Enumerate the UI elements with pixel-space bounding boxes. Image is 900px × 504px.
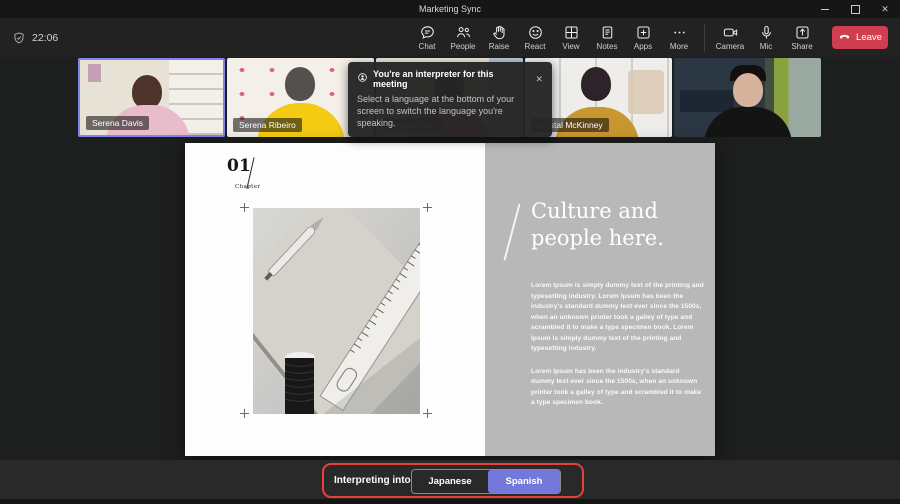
crop-mark [240, 409, 249, 418]
maximize-icon [850, 4, 860, 14]
toolbar-divider [704, 23, 705, 52]
apps-icon [635, 24, 652, 41]
meeting-timer: 22:06 [12, 31, 58, 45]
more-button[interactable]: More [661, 24, 697, 51]
window-title: Marketing Sync [418, 4, 482, 14]
more-icon [671, 24, 688, 41]
people-icon [455, 24, 472, 41]
notes-icon [599, 24, 616, 41]
avatar [132, 75, 162, 109]
minimize-icon [821, 8, 829, 10]
document-paragraph: Lorem Ipsum is simply dummy text of the … [531, 282, 704, 353]
chat-icon [419, 24, 436, 41]
language-spanish-button[interactable]: Spanish [488, 470, 560, 493]
hangup-icon [838, 30, 851, 46]
notification-title: You're an interpreter for this meeting [373, 69, 494, 89]
shared-content: 01 Chapter Culture and people here. Lore… [185, 143, 715, 456]
document-paragraph: Lorem Ipsum has been the industry's stan… [531, 367, 702, 407]
notification-body: Select a language at the bottom of your … [357, 94, 515, 129]
view-icon [563, 24, 580, 41]
mic-button[interactable]: Mic [748, 24, 784, 51]
headline-slash [503, 203, 520, 261]
meeting-toolbar: 22:06 Chat People Raise React View Notes… [0, 18, 900, 57]
close-icon: ✕ [881, 3, 889, 14]
document-page-left: 01 Chapter [185, 143, 485, 456]
titlebar: Marketing Sync ✕ [0, 0, 900, 18]
react-button[interactable]: React [517, 24, 553, 51]
react-icon [527, 24, 544, 41]
meeting-stage: Serena Davis Serena Ribeiro Jessica Klin… [0, 57, 900, 460]
notes-button[interactable]: Notes [589, 24, 625, 51]
crop-mark [423, 203, 432, 212]
window-controls: ✕ [810, 0, 900, 18]
participant-name-label: Serena Ribeiro [233, 118, 302, 132]
raise-hand-icon [491, 24, 508, 41]
participant-tile-serena-davis[interactable]: Serena Davis [78, 58, 225, 137]
participant-tile-unnamed[interactable] [674, 58, 821, 137]
view-button[interactable]: View [553, 24, 589, 51]
document-headline: Culture and people here. [531, 199, 664, 251]
camera-button[interactable]: Camera [712, 24, 748, 51]
toolbar-buttons: Chat People Raise React View Notes Apps … [409, 23, 888, 52]
maximize-button[interactable] [840, 0, 870, 18]
crop-mark [423, 409, 432, 418]
sewing-tools-photo [223, 188, 458, 448]
interpreter-bar: Interpreting into Japanese Spanish [0, 460, 900, 504]
minimize-button[interactable] [810, 0, 840, 18]
crop-mark [240, 203, 249, 212]
video-placeholder-art [88, 64, 101, 82]
timer-value: 22:06 [32, 31, 59, 44]
mic-icon [758, 24, 775, 41]
language-toggle: Japanese Spanish [411, 469, 561, 494]
share-icon [794, 24, 811, 41]
notification-close-button[interactable]: ✕ [535, 74, 543, 84]
teams-meeting-window: Marketing Sync ✕ 22:06 Chat People Raise… [0, 0, 900, 504]
participant-name-label: Serena Davis [86, 116, 150, 130]
people-button[interactable]: People [445, 24, 481, 51]
language-japanese-button[interactable]: Japanese [412, 470, 488, 493]
avatar [285, 67, 315, 101]
avatar [581, 67, 611, 101]
interpreter-notification: You're an interpreter for this meeting ✕… [348, 62, 552, 138]
chat-button[interactable]: Chat [409, 24, 445, 51]
video-placeholder-art [680, 90, 734, 112]
interpreter-icon [357, 70, 368, 88]
document-body: Lorem Ipsum is simply dummy text of the … [531, 281, 705, 421]
video-placeholder-art [628, 70, 664, 114]
chapter-label: Chapter [235, 184, 261, 190]
apps-button[interactable]: Apps [625, 24, 661, 51]
share-button[interactable]: Share [784, 24, 820, 51]
interpreting-into-label: Interpreting into [334, 475, 411, 486]
close-button[interactable]: ✕ [870, 0, 900, 18]
raise-hand-button[interactable]: Raise [481, 24, 517, 51]
chapter-number: 01 [227, 156, 251, 176]
avatar [733, 73, 763, 107]
document-page-right: Culture and people here. Lorem Ipsum is … [485, 143, 715, 456]
leave-button[interactable]: Leave [832, 26, 888, 49]
camera-icon [722, 24, 739, 41]
shield-check-icon [12, 31, 26, 45]
